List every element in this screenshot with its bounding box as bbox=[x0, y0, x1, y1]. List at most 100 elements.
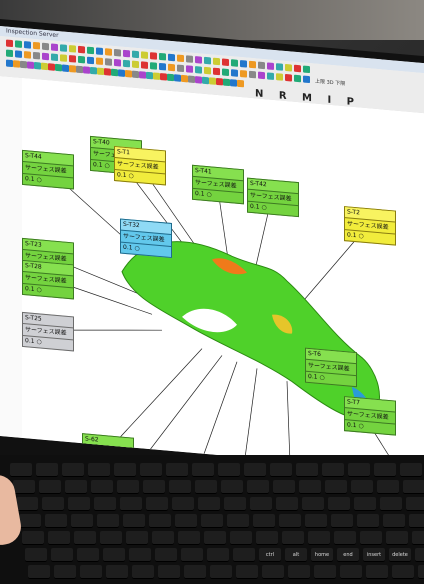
keyboard-key[interactable] bbox=[253, 514, 275, 528]
keyboard-key[interactable] bbox=[16, 497, 38, 511]
toolbar-tool-icon[interactable] bbox=[76, 65, 83, 74]
keyboard-key[interactable] bbox=[207, 548, 229, 562]
toolbar-tool-icon[interactable] bbox=[15, 40, 22, 48]
keyboard-key[interactable]: ctrl bbox=[259, 548, 281, 562]
toolbar-tool-icon[interactable] bbox=[249, 60, 256, 69]
keyboard-key[interactable] bbox=[172, 497, 194, 511]
toolbar-tool-icon[interactable] bbox=[87, 46, 94, 55]
toolbar-tool-icon[interactable] bbox=[60, 44, 67, 52]
keyboard-key[interactable] bbox=[418, 565, 424, 579]
keyboard-key[interactable] bbox=[224, 497, 246, 511]
keyboard-key[interactable] bbox=[80, 565, 102, 579]
keyboard-key[interactable] bbox=[279, 514, 301, 528]
keyboard-key[interactable] bbox=[132, 565, 154, 579]
toolbar-tool-icon[interactable] bbox=[78, 45, 85, 54]
keyboard-key[interactable] bbox=[152, 531, 174, 545]
keyboard-key[interactable] bbox=[262, 565, 284, 579]
toolbar-tool-icon[interactable] bbox=[168, 63, 175, 72]
keyboard-key[interactable] bbox=[415, 548, 424, 562]
toolbar-tool-icon[interactable] bbox=[276, 63, 283, 71]
keyboard-key[interactable] bbox=[158, 565, 180, 579]
keyboard-key[interactable] bbox=[250, 497, 272, 511]
toolbar-tool-icon[interactable] bbox=[195, 76, 202, 84]
toolbar-tool-icon[interactable] bbox=[231, 69, 238, 77]
toolbar-tool-icon[interactable] bbox=[258, 71, 265, 80]
toolbar-tool-icon[interactable] bbox=[150, 62, 157, 70]
toolbar-tool-icon[interactable] bbox=[202, 76, 209, 85]
keyboard-key[interactable] bbox=[74, 531, 96, 545]
keyboard-key[interactable]: insert bbox=[363, 548, 385, 562]
toolbar-tool-icon[interactable] bbox=[123, 59, 130, 68]
keyboard-key[interactable] bbox=[149, 514, 171, 528]
keyboard-key[interactable] bbox=[175, 514, 197, 528]
keyboard-key[interactable] bbox=[308, 531, 330, 545]
toolbar-tool-icon[interactable] bbox=[177, 64, 184, 73]
toolbar-tool-icon[interactable] bbox=[188, 75, 195, 84]
keyboard-key[interactable] bbox=[106, 565, 128, 579]
keyboard-key[interactable] bbox=[97, 514, 119, 528]
keyboard-key[interactable] bbox=[178, 531, 200, 545]
toolbar-tool-icon[interactable] bbox=[276, 73, 283, 81]
toolbar-tool-icon[interactable] bbox=[105, 58, 112, 66]
toolbar-tool-icon[interactable] bbox=[90, 66, 97, 75]
keyboard-key[interactable] bbox=[247, 480, 269, 494]
toolbar-tool-icon[interactable] bbox=[267, 62, 274, 70]
callout-label[interactable]: S-T42 サーフェス誤差 0.1 ○ bbox=[247, 177, 299, 218]
toolbar-tool-icon[interactable] bbox=[303, 75, 310, 84]
keyboard-key[interactable] bbox=[71, 514, 93, 528]
toolbar-tool-icon[interactable] bbox=[141, 61, 148, 69]
toolbar-tool-icon[interactable] bbox=[240, 69, 247, 78]
keyboard-key[interactable] bbox=[334, 531, 356, 545]
toolbar-tool-icon[interactable] bbox=[41, 62, 48, 71]
keyboard-key[interactable] bbox=[204, 531, 226, 545]
toolbar-tool-icon[interactable] bbox=[204, 56, 211, 65]
toolbar-tool-icon[interactable] bbox=[24, 51, 31, 59]
keyboard-key[interactable] bbox=[331, 514, 353, 528]
keyboard-key[interactable] bbox=[305, 514, 327, 528]
keyboard-key[interactable] bbox=[406, 497, 424, 511]
keyboard-key[interactable] bbox=[233, 548, 255, 562]
toolbar-tool-icon[interactable] bbox=[114, 58, 121, 67]
keyboard-key[interactable] bbox=[45, 514, 67, 528]
toolbar-tool-icon[interactable] bbox=[51, 43, 58, 52]
toolbar-tool-icon[interactable] bbox=[83, 66, 90, 74]
toolbar-tool-icon[interactable] bbox=[105, 48, 112, 56]
toolbar-tool-icon[interactable] bbox=[34, 61, 41, 70]
toolbar-tool-icon[interactable] bbox=[209, 77, 216, 85]
keyboard-key[interactable] bbox=[314, 565, 336, 579]
keyboard-key[interactable] bbox=[192, 463, 214, 477]
keyboard-key[interactable] bbox=[221, 480, 243, 494]
toolbar-tool-icon[interactable] bbox=[294, 74, 301, 83]
keyboard-key[interactable] bbox=[377, 480, 399, 494]
keyboard-key[interactable] bbox=[340, 565, 362, 579]
toolbar-tool-icon[interactable] bbox=[69, 55, 76, 63]
keyboard-key[interactable] bbox=[412, 531, 424, 545]
toolbar-tool-icon[interactable] bbox=[159, 52, 166, 61]
toolbar-tool-icon[interactable] bbox=[267, 72, 274, 80]
toolbar-tool-icon[interactable] bbox=[294, 64, 301, 73]
toolbar-tool-icon[interactable] bbox=[24, 41, 31, 49]
keyboard-key[interactable] bbox=[201, 514, 223, 528]
toolbar-tool-icon[interactable] bbox=[285, 63, 292, 72]
toolbar-tool-icon[interactable] bbox=[258, 61, 265, 70]
keyboard-key[interactable] bbox=[169, 480, 191, 494]
toolbar-tool-icon[interactable] bbox=[230, 79, 237, 87]
keyboard-key[interactable] bbox=[28, 565, 50, 579]
callout-label[interactable]: S-T2 サーフェス誤差 0.1 ○ bbox=[344, 206, 396, 246]
keyboard-key[interactable] bbox=[392, 565, 414, 579]
toolbar-tool-icon[interactable] bbox=[167, 73, 174, 82]
callout-label[interactable]: S-T32 サーフェス誤差 0.1 ○ bbox=[120, 218, 172, 259]
toolbar-tool-icon[interactable] bbox=[141, 51, 148, 59]
keyboard-key[interactable] bbox=[184, 565, 206, 579]
keyboard-key[interactable] bbox=[302, 497, 324, 511]
keyboard-key[interactable] bbox=[256, 531, 278, 545]
keyboard-key[interactable] bbox=[328, 497, 350, 511]
keyboard-key[interactable] bbox=[325, 480, 347, 494]
keyboard-key[interactable] bbox=[91, 480, 113, 494]
toolbar-tool-icon[interactable] bbox=[222, 58, 229, 67]
keyboard-key[interactable] bbox=[244, 463, 266, 477]
toolbar-tool-icon[interactable] bbox=[160, 72, 167, 81]
keyboard-key[interactable] bbox=[126, 531, 148, 545]
toolbar-tool-icon[interactable] bbox=[48, 63, 55, 71]
toolbar-tool-icon[interactable] bbox=[195, 66, 202, 74]
